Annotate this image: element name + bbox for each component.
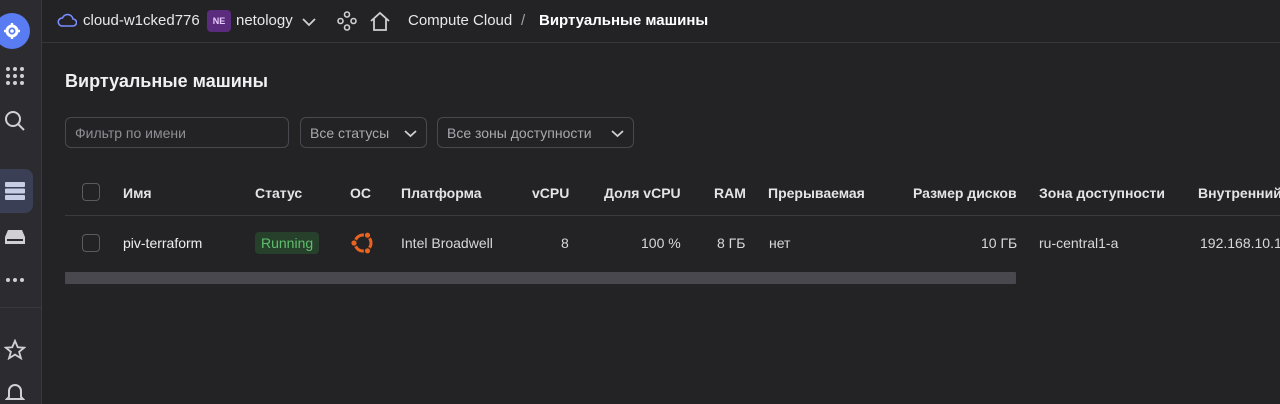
row-checkbox[interactable] xyxy=(82,234,100,252)
internal-ip-cell: 192.168.10.1 xyxy=(1200,235,1280,251)
status-badge: Running xyxy=(255,232,320,254)
horizontal-scrollbar[interactable] xyxy=(65,272,1016,284)
column-header-ram[interactable]: RAM xyxy=(714,185,746,201)
top-header: cloud-w1cked776 NE netology Compute Clou… xyxy=(42,0,1280,43)
org-badge: NE xyxy=(207,10,231,32)
platform-cell: Intel Broadwell xyxy=(401,235,493,251)
breadcrumb-current: Виртуальные машины xyxy=(539,12,709,29)
column-header-internal-ip[interactable]: Внутренний xyxy=(1198,185,1280,201)
column-header-platform[interactable]: Платформа xyxy=(401,185,482,201)
column-header-status[interactable]: Статус xyxy=(255,185,302,201)
vcpu-cell: 8 xyxy=(561,235,569,251)
home-icon[interactable] xyxy=(369,10,391,37)
more-icon[interactable] xyxy=(0,265,30,295)
column-header-disk-size[interactable]: Размер дисков xyxy=(913,185,1017,201)
chevron-down-icon[interactable] xyxy=(302,14,316,32)
column-header-zone[interactable]: Зона доступности xyxy=(1039,185,1165,201)
breadcrumb-separator: / xyxy=(521,12,526,29)
status-filter-select[interactable]: Все статусы xyxy=(300,117,427,148)
all-services-icon[interactable] xyxy=(0,61,30,91)
notifications-bell-icon[interactable] xyxy=(0,378,30,404)
table-row[interactable]: piv-terraform Running Intel Broadwell 8 … xyxy=(65,217,1280,269)
name-filter-input[interactable] xyxy=(65,117,289,148)
rail-divider xyxy=(0,307,42,308)
vcpu-share-cell: 100 % xyxy=(641,235,681,251)
ram-cell: 8 ГБ xyxy=(717,235,746,251)
chevron-down-icon xyxy=(611,125,624,141)
ubuntu-icon xyxy=(350,230,376,259)
status-filter-value: Все статусы xyxy=(310,124,390,141)
disk-size-cell: 10 ГБ xyxy=(981,235,1018,251)
breadcrumb-compute-cloud[interactable]: Compute Cloud xyxy=(408,12,512,29)
favorites-star-icon[interactable] xyxy=(0,335,30,365)
zone-filter-value: Все зоны доступности xyxy=(447,124,592,141)
compute-logo-icon[interactable] xyxy=(0,13,30,49)
column-header-vcpu-share[interactable]: Доля vCPU xyxy=(604,185,681,201)
search-icon[interactable] xyxy=(0,106,30,136)
column-header-os[interactable]: ОС xyxy=(350,185,371,201)
services-graph-icon[interactable] xyxy=(337,11,357,36)
preemptible-cell: нет xyxy=(769,235,791,251)
column-header-preemptible[interactable]: Прерываемая xyxy=(768,185,865,201)
disks-nav-icon[interactable] xyxy=(0,222,30,252)
chevron-down-icon xyxy=(404,125,417,141)
vm-name-link[interactable]: piv-terraform xyxy=(123,235,202,251)
zone-cell: ru-central1-a xyxy=(1039,235,1119,251)
cloud-icon xyxy=(57,13,78,32)
page-title: Виртуальные машины xyxy=(65,71,269,91)
table-header: Имя Статус ОС Платформа vCPU Доля vCPU R… xyxy=(65,170,1280,216)
zone-filter-select[interactable]: Все зоны доступности xyxy=(437,117,634,148)
select-all-checkbox[interactable] xyxy=(82,183,100,201)
left-rail xyxy=(0,0,42,404)
column-header-vcpu[interactable]: vCPU xyxy=(532,185,569,201)
org-name-link[interactable]: netology xyxy=(236,12,293,29)
column-header-name[interactable]: Имя xyxy=(123,185,152,201)
virtual-machines-nav-icon[interactable] xyxy=(0,169,33,213)
cloud-name-link[interactable]: cloud-w1cked776 xyxy=(83,12,200,29)
